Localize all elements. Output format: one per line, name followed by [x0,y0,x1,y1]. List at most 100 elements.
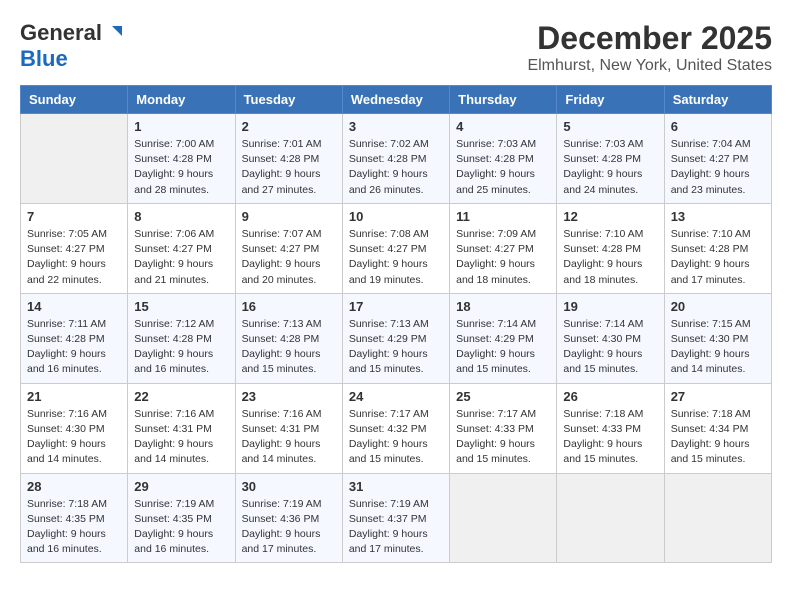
day-info: Sunrise: 7:01 AM Sunset: 4:28 PM Dayligh… [242,137,336,198]
calendar-cell: 4 Sunrise: 7:03 AM Sunset: 4:28 PM Daylig… [450,114,557,204]
day-info: Sunrise: 7:00 AM Sunset: 4:28 PM Dayligh… [134,137,228,198]
day-info: Sunrise: 7:09 AM Sunset: 4:27 PM Dayligh… [456,227,550,288]
day-info: Sunrise: 7:18 AM Sunset: 4:34 PM Dayligh… [671,407,765,468]
calendar-cell [450,473,557,563]
logo-text-general: General [20,20,102,46]
weekday-header-monday: Monday [128,86,235,114]
calendar-cell: 5Sunrise: 7:03 AM Sunset: 4:28 PM Daylig… [557,114,664,204]
day-number: 12 [563,209,657,224]
day-info: Sunrise: 7:05 AM Sunset: 4:27 PM Dayligh… [27,227,121,288]
calendar-week-1: 1 Sunrise: 7:00 AM Sunset: 4:28 PM Daylig… [21,114,772,204]
location-subtitle: Elmhurst, New York, United States [527,57,772,75]
day-number: 14 [27,299,121,314]
calendar-cell [557,473,664,563]
calendar-cell: 18Sunrise: 7:14 AM Sunset: 4:29 PM Dayli… [450,293,557,383]
day-info: Sunrise: 7:13 AM Sunset: 4:29 PM Dayligh… [349,317,443,378]
calendar-cell [21,114,128,204]
day-number: 6 [671,119,765,134]
day-number: 7 [27,209,121,224]
day-info: Sunrise: 7:07 AM Sunset: 4:27 PM Dayligh… [242,227,336,288]
day-number: 24 [349,389,443,404]
calendar-cell: 14 Sunrise: 7:11 AM Sunset: 4:28 PM Dayli… [21,293,128,383]
day-info: Sunrise: 7:06 AM Sunset: 4:27 PM Dayligh… [134,227,228,288]
calendar-cell: 9 Sunrise: 7:07 AM Sunset: 4:27 PM Daylig… [235,203,342,293]
day-number: 26 [563,389,657,404]
calendar-cell: 15 Sunrise: 7:12 AM Sunset: 4:28 PM Dayli… [128,293,235,383]
day-number: 9 [242,209,336,224]
calendar-cell: 10 Sunrise: 7:08 AM Sunset: 4:27 PM Dayli… [342,203,449,293]
calendar-cell: 27 Sunrise: 7:18 AM Sunset: 4:34 PM Dayli… [664,383,771,473]
day-info: Sunrise: 7:19 AM Sunset: 4:37 PM Dayligh… [349,497,443,558]
day-number: 20 [671,299,765,314]
calendar-week-2: 7 Sunrise: 7:05 AM Sunset: 4:27 PM Daylig… [21,203,772,293]
day-info: Sunrise: 7:08 AM Sunset: 4:27 PM Dayligh… [349,227,443,288]
day-number: 23 [242,389,336,404]
calendar-cell: 22 Sunrise: 7:16 AM Sunset: 4:31 PM Dayli… [128,383,235,473]
page-header: General Blue December 2025 Elmhurst, New… [20,20,772,75]
calendar-cell: 19 Sunrise: 7:14 AM Sunset: 4:30 PM Dayli… [557,293,664,383]
day-number: 10 [349,209,443,224]
day-info: Sunrise: 7:12 AM Sunset: 4:28 PM Dayligh… [134,317,228,378]
calendar-cell: 13 Sunrise: 7:10 AM Sunset: 4:28 PM Dayli… [664,203,771,293]
weekday-header-saturday: Saturday [664,86,771,114]
day-info: Sunrise: 7:10 AM Sunset: 4:28 PM Dayligh… [671,227,765,288]
month-title: December 2025 [527,20,772,57]
calendar-week-5: 28 Sunrise: 7:18 AM Sunset: 4:35 PM Dayli… [21,473,772,563]
day-info: Sunrise: 7:14 AM Sunset: 4:30 PM Dayligh… [563,317,657,378]
day-number: 25 [456,389,550,404]
day-info: Sunrise: 7:11 AM Sunset: 4:28 PM Dayligh… [27,317,121,378]
calendar-table: SundayMondayTuesdayWednesdayThursdayFrid… [20,85,772,563]
calendar-cell: 30Sunrise: 7:19 AM Sunset: 4:36 PM Dayli… [235,473,342,563]
calendar-cell: 3Sunrise: 7:02 AM Sunset: 4:28 PM Daylig… [342,114,449,204]
calendar-cell: 31 Sunrise: 7:19 AM Sunset: 4:37 PM Dayli… [342,473,449,563]
logo: General Blue [20,20,124,72]
day-number: 8 [134,209,228,224]
calendar-week-3: 14 Sunrise: 7:11 AM Sunset: 4:28 PM Dayli… [21,293,772,383]
calendar-cell: 23 Sunrise: 7:16 AM Sunset: 4:31 PM Dayli… [235,383,342,473]
day-info: Sunrise: 7:14 AM Sunset: 4:29 PM Dayligh… [456,317,550,378]
calendar-cell: 2Sunrise: 7:01 AM Sunset: 4:28 PM Daylig… [235,114,342,204]
day-number: 4 [456,119,550,134]
day-number: 29 [134,479,228,494]
day-info: Sunrise: 7:03 AM Sunset: 4:28 PM Dayligh… [456,137,550,198]
calendar-cell: 28 Sunrise: 7:18 AM Sunset: 4:35 PM Dayli… [21,473,128,563]
day-info: Sunrise: 7:13 AM Sunset: 4:28 PM Dayligh… [242,317,336,378]
day-number: 30 [242,479,336,494]
day-info: Sunrise: 7:10 AM Sunset: 4:28 PM Dayligh… [563,227,657,288]
day-info: Sunrise: 7:16 AM Sunset: 4:31 PM Dayligh… [242,407,336,468]
calendar-cell: 24 Sunrise: 7:17 AM Sunset: 4:32 PM Dayli… [342,383,449,473]
day-number: 13 [671,209,765,224]
day-number: 27 [671,389,765,404]
day-number: 31 [349,479,443,494]
day-number: 21 [27,389,121,404]
day-info: Sunrise: 7:18 AM Sunset: 4:33 PM Dayligh… [563,407,657,468]
day-number: 15 [134,299,228,314]
calendar-cell: 16 Sunrise: 7:13 AM Sunset: 4:28 PM Dayli… [235,293,342,383]
calendar-cell: 21 Sunrise: 7:16 AM Sunset: 4:30 PM Dayli… [21,383,128,473]
calendar-cell: 20Sunrise: 7:15 AM Sunset: 4:30 PM Dayli… [664,293,771,383]
day-number: 1 [134,119,228,134]
day-info: Sunrise: 7:17 AM Sunset: 4:32 PM Dayligh… [349,407,443,468]
day-info: Sunrise: 7:16 AM Sunset: 4:31 PM Dayligh… [134,407,228,468]
title-block: December 2025 Elmhurst, New York, United… [527,20,772,75]
weekday-header-thursday: Thursday [450,86,557,114]
calendar-cell: 7 Sunrise: 7:05 AM Sunset: 4:27 PM Daylig… [21,203,128,293]
logo-text-blue: Blue [20,46,68,71]
day-info: Sunrise: 7:17 AM Sunset: 4:33 PM Dayligh… [456,407,550,468]
calendar-cell: 8 Sunrise: 7:06 AM Sunset: 4:27 PM Daylig… [128,203,235,293]
day-number: 5 [563,119,657,134]
calendar-cell: 26 Sunrise: 7:18 AM Sunset: 4:33 PM Dayli… [557,383,664,473]
calendar-cell: 17 Sunrise: 7:13 AM Sunset: 4:29 PM Dayli… [342,293,449,383]
day-info: Sunrise: 7:16 AM Sunset: 4:30 PM Dayligh… [27,407,121,468]
day-number: 22 [134,389,228,404]
day-number: 19 [563,299,657,314]
day-number: 17 [349,299,443,314]
weekday-header-sunday: Sunday [21,86,128,114]
logo-icon [104,22,124,42]
day-number: 16 [242,299,336,314]
day-info: Sunrise: 7:19 AM Sunset: 4:35 PM Dayligh… [134,497,228,558]
weekday-header-tuesday: Tuesday [235,86,342,114]
day-number: 28 [27,479,121,494]
day-info: Sunrise: 7:18 AM Sunset: 4:35 PM Dayligh… [27,497,121,558]
calendar-header-row: SundayMondayTuesdayWednesdayThursdayFrid… [21,86,772,114]
